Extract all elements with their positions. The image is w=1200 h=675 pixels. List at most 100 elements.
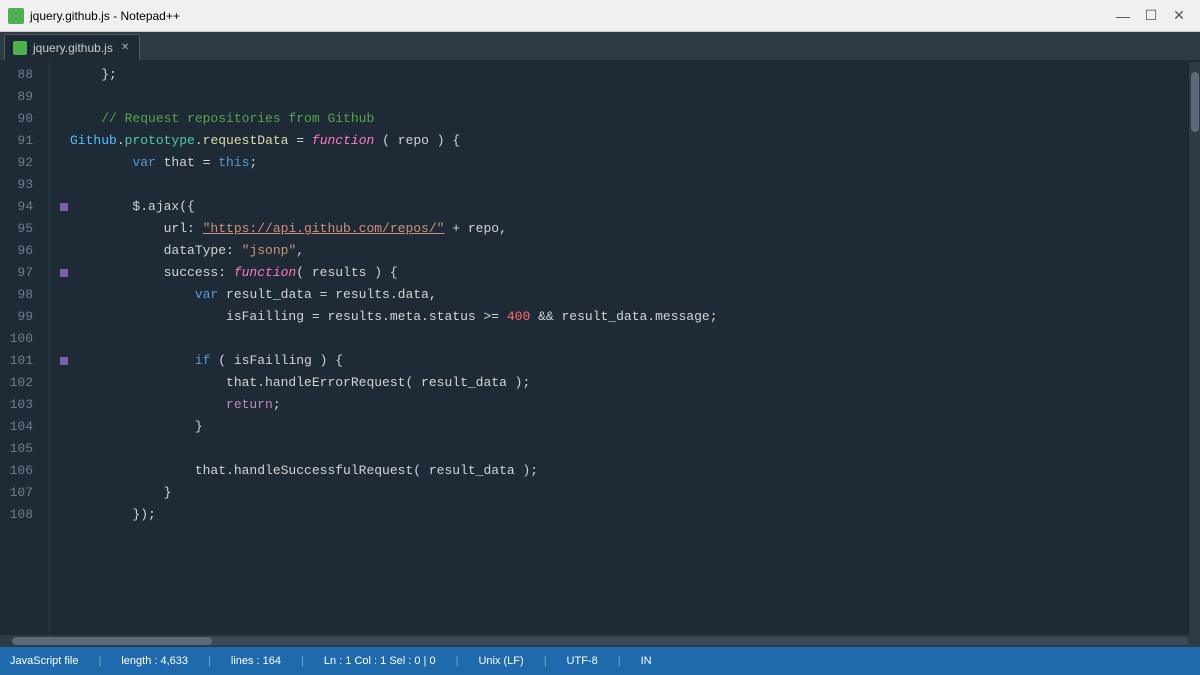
editor-container: 8889909192939495969798991001011021031041… xyxy=(0,62,1200,635)
vertical-scrollbar[interactable] xyxy=(1188,62,1200,635)
line-number: 105 xyxy=(0,438,41,460)
line-number: 101 xyxy=(0,350,41,372)
tab-bar: jquery.github.js ✕ xyxy=(0,32,1200,62)
line-number: 91 xyxy=(0,130,41,152)
line-numbers: 8889909192939495969798991001011021031041… xyxy=(0,62,50,635)
scrollbar-thumb[interactable] xyxy=(1191,72,1199,132)
code-line: var that = this; xyxy=(60,152,1188,174)
encoding: UTF-8 xyxy=(567,655,598,667)
code-line: success: function( results ) { xyxy=(60,262,1188,284)
token xyxy=(70,394,226,416)
code-line: } xyxy=(60,416,1188,438)
close-button[interactable]: ✕ xyxy=(1166,6,1192,26)
horizontal-scrollbar[interactable] xyxy=(0,635,1200,647)
code-line: }); xyxy=(60,504,1188,526)
line-number: 96 xyxy=(0,240,41,262)
code-line: return; xyxy=(60,394,1188,416)
token: + repo, xyxy=(444,218,506,240)
line-number: 100 xyxy=(0,328,41,350)
bookmark-icon xyxy=(60,357,68,365)
token xyxy=(70,196,132,218)
maximize-button[interactable]: ☐ xyxy=(1138,6,1164,26)
token: this xyxy=(218,152,249,174)
code-line: }; xyxy=(60,64,1188,86)
token: 400 xyxy=(507,306,530,328)
code-lines[interactable]: }; // Request repositories from GithubGi… xyxy=(50,62,1188,635)
token: that = xyxy=(156,152,218,174)
code-line: dataType: "jsonp", xyxy=(60,240,1188,262)
code-line: url: "https://api.github.com/repos/" + r… xyxy=(60,218,1188,240)
token: } xyxy=(70,416,203,438)
token: requestData xyxy=(203,130,289,152)
token: ; xyxy=(249,152,257,174)
file-type: JavaScript file xyxy=(10,655,78,667)
token: ( results ) { xyxy=(296,262,397,284)
token: . xyxy=(117,130,125,152)
line-number: 103 xyxy=(0,394,41,416)
token: that.handleSuccessfulRequest( result_dat… xyxy=(70,460,538,482)
cursor-position: Ln : 1 Col : 1 Sel : 0 | 0 xyxy=(324,655,436,667)
token: ( isFailling ) { xyxy=(210,350,343,372)
line-number: 95 xyxy=(0,218,41,240)
code-line xyxy=(60,86,1188,108)
token: } xyxy=(70,482,171,504)
app-icon xyxy=(8,8,24,24)
line-number: 99 xyxy=(0,306,41,328)
token: ( repo ) { xyxy=(374,130,460,152)
status-bar: JavaScript file | length : 4,633 | lines… xyxy=(0,647,1200,675)
line-number: 98 xyxy=(0,284,41,306)
tab-close-button[interactable]: ✕ xyxy=(119,41,131,54)
line-number: 102 xyxy=(0,372,41,394)
tab-filename: jquery.github.js xyxy=(33,41,113,55)
token xyxy=(70,350,195,372)
line-number: 107 xyxy=(0,482,41,504)
token: var xyxy=(195,284,218,306)
token: . xyxy=(195,130,203,152)
token xyxy=(70,108,101,130)
token: return xyxy=(226,394,273,416)
token: "jsonp" xyxy=(242,240,297,262)
file-lines: lines : 164 xyxy=(231,655,281,667)
line-number: 92 xyxy=(0,152,41,174)
token: if xyxy=(195,350,211,372)
token: prototype xyxy=(125,130,195,152)
token: success: xyxy=(70,262,234,284)
code-line: var result_data = results.data, xyxy=(60,284,1188,306)
token: "https://api.github.com/repos/" xyxy=(203,218,445,240)
code-line: isFailling = results.meta.status >= 400 … xyxy=(60,306,1188,328)
code-line: $.ajax({ xyxy=(60,196,1188,218)
title-bar: jquery.github.js - Notepad++ — ☐ ✕ xyxy=(0,0,1200,32)
token: && result_data.message; xyxy=(530,306,717,328)
code-line xyxy=(60,328,1188,350)
token: that.handleErrorRequest( result_data ); xyxy=(70,372,530,394)
token: dataType: xyxy=(70,240,242,262)
minimize-button[interactable]: — xyxy=(1110,6,1136,26)
token: var xyxy=(132,152,155,174)
input-mode: IN xyxy=(641,655,652,667)
hscrollbar-track xyxy=(12,637,1188,645)
file-tab[interactable]: jquery.github.js ✕ xyxy=(4,34,140,60)
line-number: 104 xyxy=(0,416,41,438)
line-number: 94 xyxy=(0,196,41,218)
line-number: 93 xyxy=(0,174,41,196)
code-line: } xyxy=(60,482,1188,504)
code-area: 8889909192939495969798991001011021031041… xyxy=(0,62,1188,635)
line-number: 89 xyxy=(0,86,41,108)
token: function xyxy=(234,262,296,284)
line-number: 108 xyxy=(0,504,41,526)
tab-file-icon xyxy=(13,41,27,55)
file-length: length : 4,633 xyxy=(121,655,188,667)
token: result_data = results.data, xyxy=(218,284,436,306)
token: ; xyxy=(273,394,281,416)
line-number: 106 xyxy=(0,460,41,482)
token: isFailling = results.meta.status >= xyxy=(70,306,507,328)
token xyxy=(70,152,132,174)
token xyxy=(70,284,195,306)
line-number: 97 xyxy=(0,262,41,284)
code-line: that.handleSuccessfulRequest( result_dat… xyxy=(60,460,1188,482)
hscrollbar-thumb[interactable] xyxy=(12,637,212,645)
token: }; xyxy=(70,64,117,86)
token: // Request repositories from Github xyxy=(101,108,374,130)
line-ending: Unix (LF) xyxy=(478,655,523,667)
token: }); xyxy=(70,504,156,526)
